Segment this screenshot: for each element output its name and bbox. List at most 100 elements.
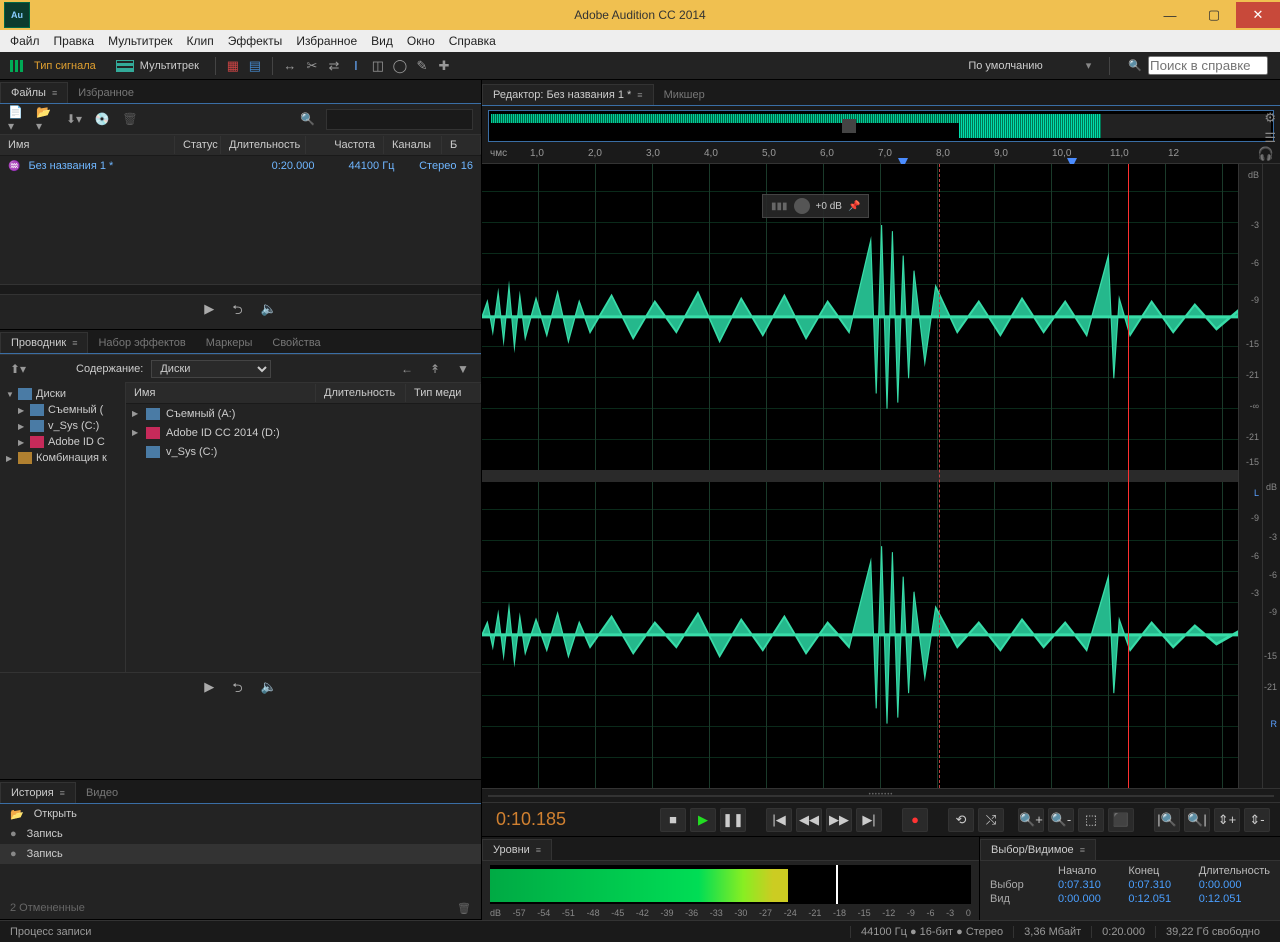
filter-icon[interactable]: ▼ xyxy=(453,360,473,378)
menu-effects[interactable]: Эффекты xyxy=(222,32,289,50)
tab-editor[interactable]: Редактор: Без названия 1 *≡ xyxy=(482,84,654,105)
help-search[interactable]: 🔍 xyxy=(1116,56,1280,75)
menu-file[interactable]: Файл xyxy=(4,32,46,50)
lasso-tool-icon[interactable]: ◯ xyxy=(389,55,411,77)
gain-hud[interactable]: ▮▮▮ +0 dB 📌 xyxy=(762,194,869,218)
trash-icon[interactable]: 🗑 xyxy=(457,902,471,915)
sel-end[interactable]: 0:07.310 xyxy=(1128,879,1190,891)
zoom-in-right-icon[interactable]: 🔍| xyxy=(1184,808,1210,832)
file-row[interactable]: ♒ Без названия 1 * 0:20.000 44100 Гц Сте… xyxy=(0,156,481,176)
waveform-display[interactable]: ▮▮▮ +0 dB 📌 xyxy=(482,164,1238,788)
menu-window[interactable]: Окно xyxy=(401,32,441,50)
mode-waveform[interactable]: Тип сигнала xyxy=(0,56,106,76)
preview-autoplay-icon[interactable]: 🔈 xyxy=(261,679,277,701)
drive-up-icon[interactable]: ⬆▾ xyxy=(8,360,28,378)
history-item[interactable]: ●Запись xyxy=(0,824,481,844)
nav-up-icon[interactable]: ↟ xyxy=(425,360,445,378)
panel-menu-icon[interactable]: ≡ xyxy=(72,338,77,348)
preview-play-icon[interactable]: ▶ xyxy=(204,679,214,701)
ffwd-button[interactable]: ▶▶ xyxy=(826,808,852,832)
overview-navigator[interactable] xyxy=(488,110,1274,142)
level-meter[interactable] xyxy=(490,865,971,904)
view-start[interactable]: 0:00.000 xyxy=(1058,893,1120,905)
marquee-tool-icon[interactable]: ◫ xyxy=(367,55,389,77)
menu-view[interactable]: Вид xyxy=(365,32,399,50)
zoom-full-icon[interactable]: ⬚ xyxy=(1078,808,1104,832)
folder-tree[interactable]: ▼Диски ▶Съемный ( ▶v_Sys (C:) ▶Adobe ID … xyxy=(0,382,126,672)
menu-multitrack[interactable]: Мультитрек xyxy=(102,32,178,50)
maximize-button[interactable]: ▢ xyxy=(1192,2,1236,28)
tree-item[interactable]: ▼Диски xyxy=(2,386,123,402)
record-button[interactable]: ● xyxy=(902,808,928,832)
close-file-icon[interactable]: 🗑 xyxy=(120,110,140,128)
rewind-button[interactable]: ◀◀ xyxy=(796,808,822,832)
skip-selection-button[interactable]: ⤭ xyxy=(978,808,1004,832)
zoom-out-icon[interactable]: 🔍- xyxy=(1048,808,1074,832)
zoom-in-left-icon[interactable]: |🔍 xyxy=(1154,808,1180,832)
skip-start-button[interactable]: |◀ xyxy=(766,808,792,832)
panel-menu-icon[interactable]: ≡ xyxy=(536,845,541,855)
tab-history[interactable]: История≡ xyxy=(0,782,76,803)
horizontal-scrollbar[interactable]: •••••••• xyxy=(482,788,1280,802)
tab-favorites[interactable]: Избранное xyxy=(68,83,144,103)
tree-item[interactable]: ▶v_Sys (C:) xyxy=(2,418,123,434)
tab-selection-view[interactable]: Выбор/Видимое≡ xyxy=(980,839,1096,860)
menu-help[interactable]: Справка xyxy=(443,32,502,50)
tab-markers[interactable]: Маркеры xyxy=(196,333,263,353)
tab-effects-rack[interactable]: Набор эффектов xyxy=(88,333,195,353)
tab-levels[interactable]: Уровни≡ xyxy=(482,839,552,860)
files-filter-input[interactable] xyxy=(326,109,474,130)
zoom-v-out-icon[interactable]: ⇕- xyxy=(1244,808,1270,832)
channel-tool-icon[interactable]: ⚙ xyxy=(1264,110,1276,126)
import-icon[interactable]: ⬇▾ xyxy=(64,110,84,128)
view-end[interactable]: 0:12.051 xyxy=(1128,893,1190,905)
menu-clip[interactable]: Клип xyxy=(181,32,220,50)
tab-video[interactable]: Видео xyxy=(76,783,128,803)
content-select[interactable]: Диски xyxy=(151,360,271,378)
zoom-v-in-icon[interactable]: ⇕+ xyxy=(1214,808,1240,832)
close-button[interactable]: ✕ xyxy=(1236,2,1280,28)
tab-files[interactable]: Файлы≡ xyxy=(0,82,68,103)
menu-edit[interactable]: Правка xyxy=(48,32,101,50)
razor-tool-icon[interactable]: ✂ xyxy=(301,55,323,77)
panel-menu-icon[interactable]: ≡ xyxy=(60,788,65,798)
preview-autoplay-icon[interactable]: 🔈 xyxy=(261,301,277,323)
play-button[interactable]: ▶ xyxy=(690,808,716,832)
time-select-tool-icon[interactable]: I xyxy=(345,55,367,77)
files-column-headers[interactable]: Имя Статус Длительность Частота Каналы Б xyxy=(0,134,481,156)
headphones-icon[interactable]: 🎧 xyxy=(1258,146,1274,162)
grip-icon[interactable] xyxy=(842,119,856,133)
search-input[interactable] xyxy=(1148,56,1268,75)
cd-icon[interactable]: 💿 xyxy=(92,110,112,128)
move-tool-icon[interactable]: ↔ xyxy=(279,55,301,77)
gain-knob-icon[interactable] xyxy=(794,198,810,214)
stop-button[interactable]: ■ xyxy=(660,808,686,832)
menu-favorites[interactable]: Избранное xyxy=(290,32,363,50)
minimize-button[interactable]: — xyxy=(1148,2,1192,28)
search-files-icon[interactable]: 🔍 xyxy=(298,110,318,128)
time-ruler[interactable]: чмс 1,0 2,0 3,0 4,0 5,0 6,0 7,0 8,0 9,0 … xyxy=(482,144,1280,164)
list-item[interactable]: ▶Съемный (A:) xyxy=(126,404,481,423)
tab-properties[interactable]: Свойства xyxy=(262,333,330,353)
tab-browser[interactable]: Проводник≡ xyxy=(0,332,88,353)
open-file-icon[interactable]: 📂▾ xyxy=(36,110,56,128)
mode-multitrack[interactable]: Мультитрек xyxy=(106,56,209,76)
tab-mixer[interactable]: Микшер xyxy=(654,85,715,105)
brush-tool-icon[interactable]: ✎ xyxy=(411,55,433,77)
view-dur[interactable]: 0:12.051 xyxy=(1199,893,1270,905)
panel-menu-icon[interactable]: ≡ xyxy=(52,88,57,98)
zoom-sel-icon[interactable]: ⬛ xyxy=(1108,808,1134,832)
pitch-toggle-icon[interactable]: ▤ xyxy=(244,55,266,77)
loop-button[interactable]: ⟲ xyxy=(948,808,974,832)
new-file-icon[interactable]: 📄▾ xyxy=(8,110,28,128)
list-column-headers[interactable]: Имя Длительность Тип меди xyxy=(126,382,481,404)
tree-item[interactable]: ▶Комбинация к xyxy=(2,450,123,466)
playhead[interactable] xyxy=(1128,164,1129,788)
sel-dur[interactable]: 0:00.000 xyxy=(1199,879,1270,891)
spectral-toggle-icon[interactable]: ▦ xyxy=(222,55,244,77)
panel-menu-icon[interactable]: ≡ xyxy=(637,90,642,100)
nav-back-icon[interactable]: ← xyxy=(397,360,417,378)
preview-play-icon[interactable]: ▶ xyxy=(204,301,214,323)
timecode-display[interactable]: 0:10.185 xyxy=(492,809,612,830)
history-item[interactable]: ●Запись xyxy=(0,844,481,864)
